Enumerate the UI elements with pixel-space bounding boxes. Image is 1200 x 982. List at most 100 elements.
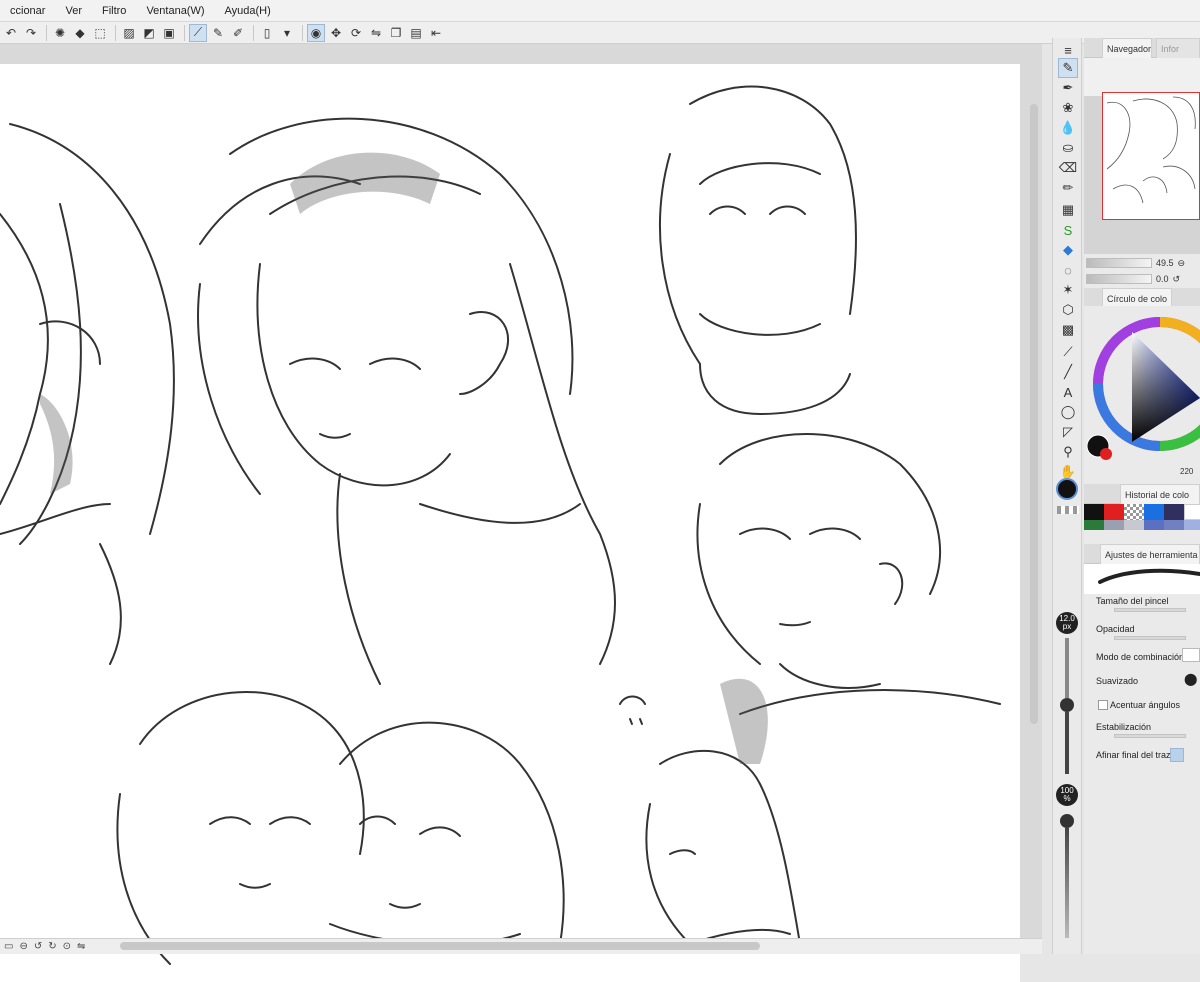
rotate-icon[interactable]: ⟳	[347, 24, 365, 42]
rotate-left-icon[interactable]: ↺	[34, 941, 42, 952]
zoom-reset-icon[interactable]: ⊖	[1178, 258, 1186, 269]
swatch-lightgray[interactable]	[1124, 520, 1144, 530]
undo-icon[interactable]: ↶	[2, 24, 20, 42]
chevron-down-icon[interactable]: ▾	[278, 24, 296, 42]
shape-tool-icon[interactable]: ◸	[1058, 422, 1078, 442]
gradient-tool-icon[interactable]: ▩	[1058, 320, 1078, 340]
eraser-tool-icon[interactable]: ⌫	[1058, 158, 1078, 178]
swatch-white[interactable]	[1184, 504, 1200, 520]
marker-tool-icon[interactable]: ✒	[1058, 78, 1078, 98]
color-wheel[interactable]: 220	[1084, 306, 1200, 482]
menu-help[interactable]: Ayuda(H)	[215, 5, 281, 17]
rabbit-tool-icon[interactable]: ❀	[1058, 98, 1078, 118]
size-slider-knob[interactable]	[1060, 698, 1074, 712]
tab-info[interactable]: Infor	[1156, 38, 1200, 58]
main-color-chip[interactable]	[1056, 478, 1078, 500]
opacity-slider[interactable]	[1114, 636, 1186, 640]
color-tabstrip: Círculo de colo	[1084, 288, 1200, 308]
frame-tool-icon[interactable]: ▦	[1058, 200, 1078, 220]
sub-color-swatch[interactable]	[1100, 448, 1112, 460]
text-tool-icon[interactable]: A	[1058, 382, 1078, 402]
line-tool-icon[interactable]: ╱	[1058, 362, 1078, 382]
move-icon[interactable]: ✥	[327, 24, 345, 42]
reset-icon[interactable]: ⊙	[63, 941, 71, 952]
fit-icon[interactable]: ▭	[4, 941, 13, 952]
redo-icon[interactable]: ↷	[22, 24, 40, 42]
tab-navigator[interactable]: Navegador	[1102, 38, 1152, 58]
opacity-badge: 100 %	[1056, 784, 1078, 806]
opacity-slider-track[interactable]	[1065, 828, 1069, 938]
swatch-red[interactable]	[1104, 504, 1124, 520]
opacity-slider-knob[interactable]	[1060, 814, 1074, 828]
drop-tool-icon[interactable]: 💧	[1058, 118, 1078, 138]
sparkle-tool-icon[interactable]: ✶	[1058, 280, 1078, 300]
flip-icon[interactable]: ⇋	[367, 24, 385, 42]
rotate-row: 0.0 ↺	[1086, 272, 1198, 286]
rotate-slider[interactable]	[1086, 274, 1152, 284]
rotate-right-icon[interactable]: ↻	[48, 941, 56, 952]
zoom-out-icon[interactable]: ⊖	[19, 941, 27, 952]
s-tool-icon[interactable]: S	[1058, 220, 1078, 240]
frame-icon[interactable]: ▣	[160, 24, 178, 42]
swatch-blue[interactable]	[1144, 504, 1164, 520]
size-slider-track-lower[interactable]	[1065, 712, 1069, 774]
brush-size-badge: 12.0 px	[1056, 612, 1078, 634]
size-slider-track[interactable]	[1065, 638, 1069, 698]
menu-select[interactable]: ccionar	[0, 5, 55, 17]
layer-icon[interactable]: ❐	[387, 24, 405, 42]
swatch-lavender[interactable]	[1164, 520, 1184, 530]
menu-view[interactable]: Ver	[55, 5, 92, 17]
menu-window[interactable]: Ventana(W)	[136, 5, 214, 17]
navigator-area[interactable]	[1084, 92, 1200, 254]
zoom-slider[interactable]	[1086, 258, 1152, 268]
menu-filter[interactable]: Filtro	[92, 5, 136, 17]
antialias-icon[interactable]: ⬤	[1184, 672, 1200, 688]
blend-mode-dropdown[interactable]	[1182, 648, 1200, 662]
pen2-icon[interactable]: ✐	[229, 24, 247, 42]
tab-tool-settings[interactable]: Ajustes de herramienta	[1100, 544, 1200, 564]
swatch-transparent[interactable]	[1124, 504, 1144, 520]
stabilization-slider[interactable]	[1114, 734, 1186, 738]
brush-icon[interactable]: ⟋	[189, 23, 207, 42]
transparent-chip[interactable]	[1057, 506, 1079, 514]
swatch-gray[interactable]	[1104, 520, 1124, 530]
lasso-icon[interactable]: ✺	[51, 24, 69, 42]
export-icon[interactable]: ▤	[407, 24, 425, 42]
tab-color-history[interactable]: Historial de colo	[1120, 484, 1200, 504]
cube-tool-icon[interactable]: ⬡	[1058, 300, 1078, 320]
flip-icon[interactable]: ⇋	[77, 941, 85, 952]
brush-size-slider[interactable]	[1114, 608, 1186, 612]
import-icon[interactable]: ⇤	[427, 24, 445, 42]
pen-tool-icon[interactable]: ✎	[1058, 58, 1078, 78]
lasso-tool-icon[interactable]: ◌	[1058, 260, 1078, 280]
fill-icon[interactable]: ◆	[71, 24, 89, 42]
eyedrop2-tool-icon[interactable]: ⚲	[1058, 442, 1078, 462]
tab-color-wheel[interactable]: Círculo de colo	[1102, 288, 1172, 308]
swatch-black[interactable]	[1084, 504, 1104, 520]
grid-icon[interactable]: ▨	[120, 24, 138, 42]
zoom-value: 49.5	[1156, 258, 1174, 268]
accent-corners-checkbox[interactable]	[1098, 700, 1108, 710]
canvas-area[interactable]	[0, 44, 1042, 982]
ink-tool-icon[interactable]: ⛀	[1058, 138, 1078, 158]
swatch-navy[interactable]	[1164, 504, 1184, 520]
transform-icon[interactable]: ⬚	[91, 24, 109, 42]
rotate-icon[interactable]: ↺	[1173, 274, 1181, 285]
menu-icon[interactable]: ≡	[1058, 40, 1078, 60]
ruler-icon[interactable]: ◩	[140, 24, 158, 42]
pen-icon[interactable]: ✎	[209, 24, 227, 42]
taper-toggle[interactable]	[1170, 748, 1184, 762]
horizontal-scrollbar[interactable]	[120, 942, 760, 950]
swatch-periwinkle[interactable]	[1144, 520, 1164, 530]
pencil-tool-icon[interactable]: ✏	[1058, 178, 1078, 198]
swatch-green[interactable]	[1084, 520, 1104, 530]
phone-icon[interactable]: ▯	[258, 24, 276, 42]
balloon-tool-icon[interactable]: ◯	[1058, 402, 1078, 422]
swatch-lightblue[interactable]	[1184, 520, 1200, 530]
eyedropper-tool-icon[interactable]: ⟋	[1058, 342, 1078, 362]
navigator-thumbnail[interactable]	[1102, 92, 1200, 220]
select-icon[interactable]: ◉	[307, 23, 325, 42]
drawing-canvas[interactable]	[0, 64, 1020, 982]
fill-tool-icon[interactable]: ◆	[1058, 240, 1078, 260]
vertical-scrollbar[interactable]	[1030, 104, 1038, 724]
